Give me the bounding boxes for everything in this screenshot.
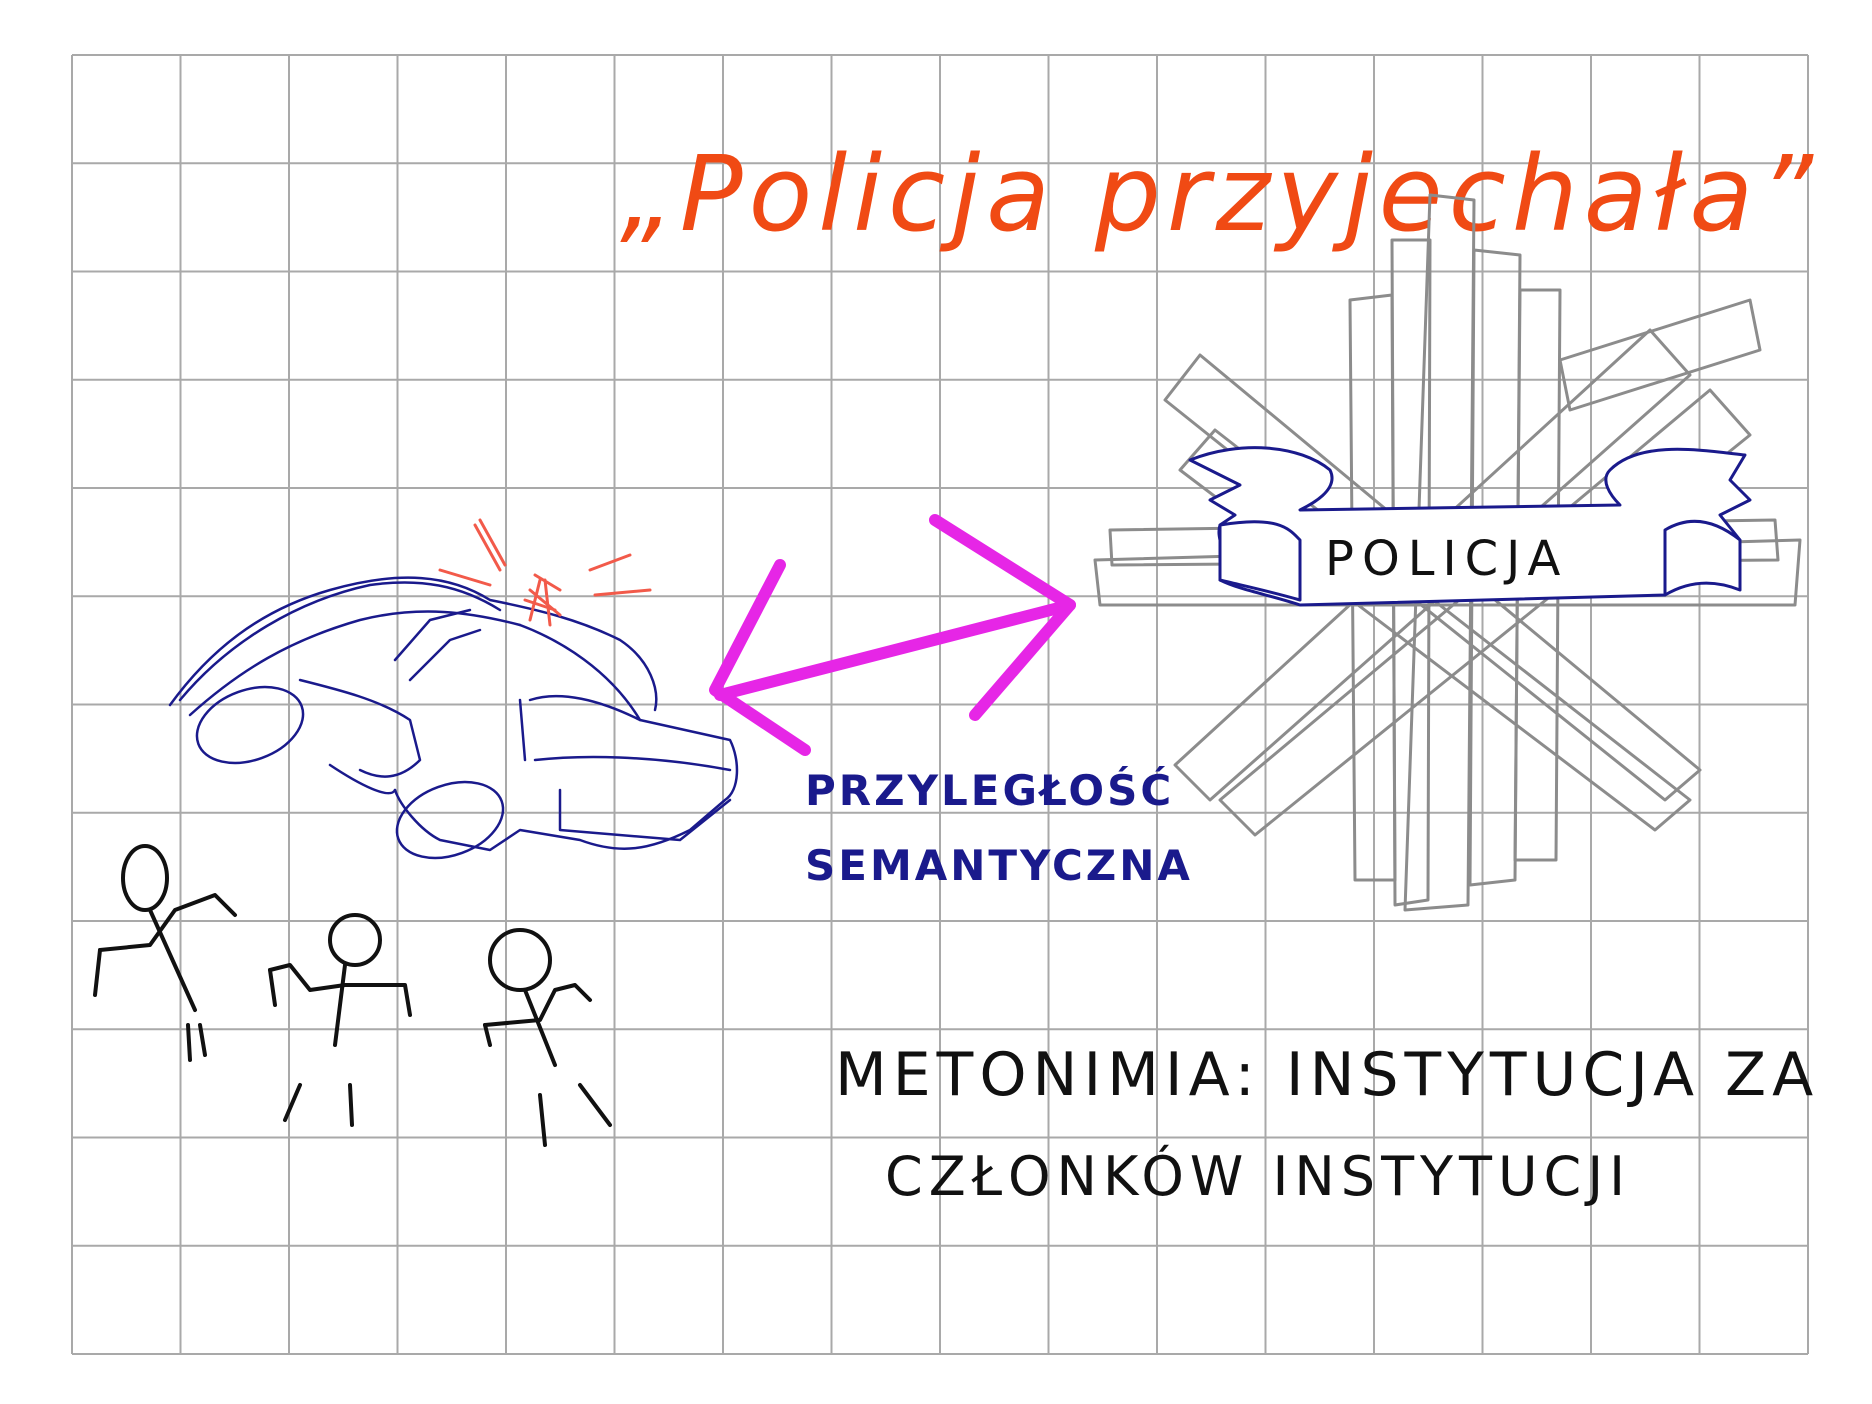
police-car-icon bbox=[168, 576, 739, 860]
relation-line-2: SEMANTYCZNA bbox=[805, 841, 1193, 890]
stick-figures-icon bbox=[93, 844, 612, 1147]
whiteboard-canvas: „Policja przyjechała” POLICJA PRZYLEGŁOŚ… bbox=[71, 54, 1819, 1355]
siren-icon bbox=[438, 518, 652, 627]
definition-line-1: METONIMIA: INSTYTUCJA ZA bbox=[835, 1040, 1819, 1110]
badge-label: POLICJA bbox=[1325, 531, 1568, 587]
double-arrow-icon bbox=[709, 514, 1076, 756]
definition-line-2: CZŁONKÓW INSTYTUCJI bbox=[885, 1145, 1631, 1208]
relation-line-1: PRZYLEGŁOŚĆ bbox=[805, 765, 1174, 815]
title-text: „Policja przyjechała” bbox=[620, 133, 1819, 255]
